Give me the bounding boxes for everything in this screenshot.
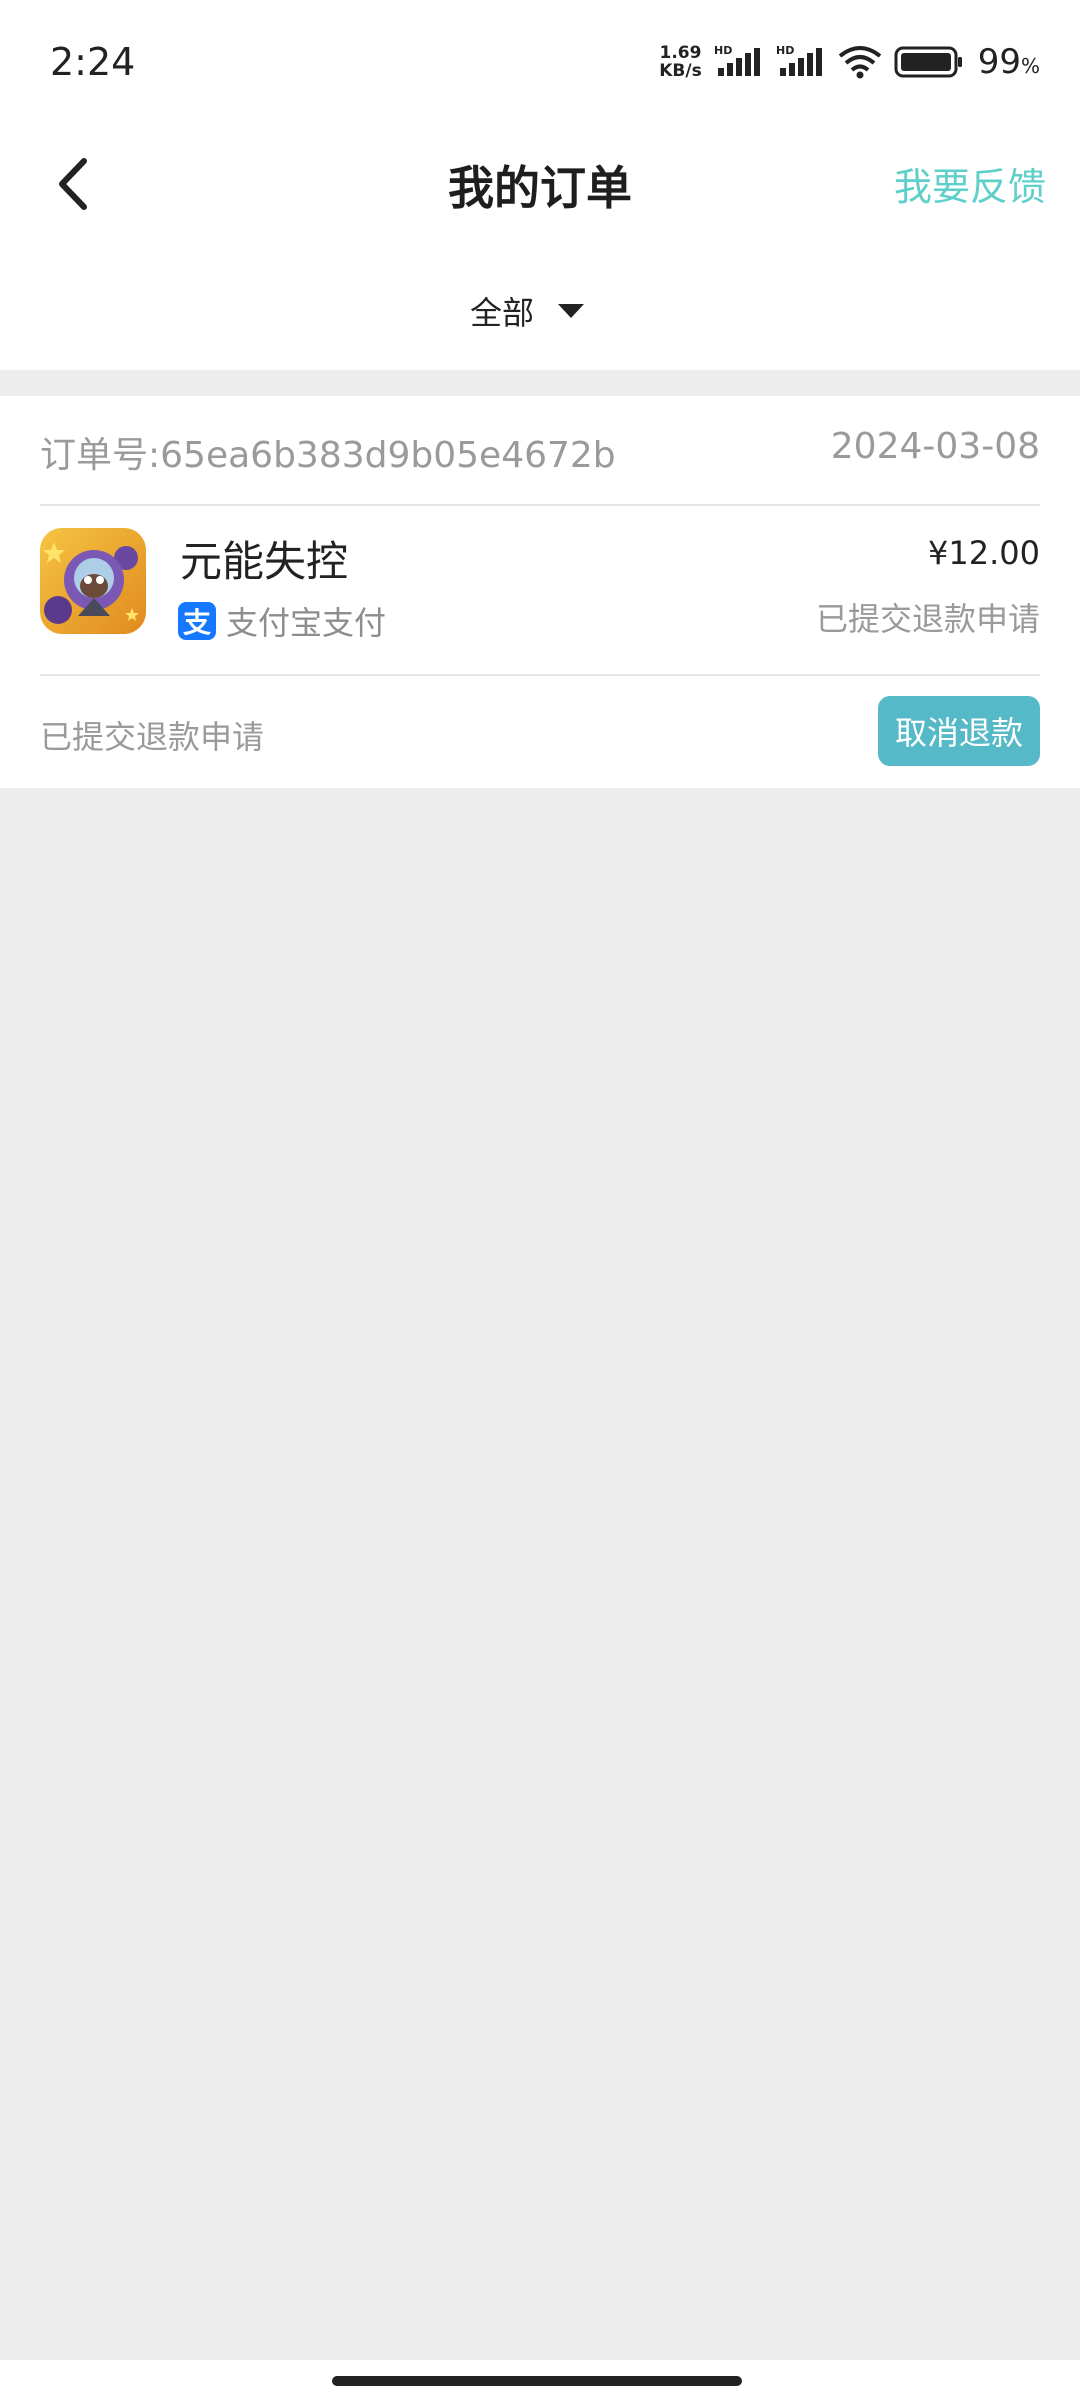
game-app-icon (40, 528, 146, 634)
battery-value: 99 (977, 42, 1021, 82)
order-filter-dropdown[interactable]: 全部 (470, 288, 585, 334)
network-speed-value: 1.69 (659, 43, 702, 63)
order-item: 元能失控 支 支付宝支付 ¥12.00 已提交退款申请 (40, 506, 1040, 676)
order-price: ¥12.00 (928, 534, 1040, 572)
status-time: 2:24 (50, 40, 136, 84)
wifi-icon (838, 46, 881, 79)
order-number-value: 65ea6b383d9b05e4672b (160, 435, 616, 476)
filter-selected-label: 全部 (470, 294, 535, 332)
order-number-label: 订单号: (40, 435, 161, 476)
order-number: 订单号:65ea6b383d9b05e4672b (40, 426, 616, 478)
filter-bar: 全部 (0, 244, 1080, 370)
status-bar: 2:24 1.69 KB/s HD HD 99% (0, 0, 1080, 128)
battery-icon (894, 46, 962, 78)
signal-hd-label: HD (776, 44, 794, 57)
order-date: 2024-03-08 (830, 426, 1040, 467)
home-indicator[interactable] (332, 2376, 742, 2386)
signal-hd-label: HD (714, 44, 732, 57)
order-footer: 已提交退款申请 取消退款 (40, 676, 1040, 788)
item-status: 已提交退款申请 (815, 600, 1040, 638)
alipay-icon: 支 (178, 602, 216, 640)
payment-method: 支 支付宝支付 (178, 598, 386, 644)
header: 我的订单 我要反馈 (0, 128, 1080, 244)
order-card[interactable]: 订单号:65ea6b383d9b05e4672b 2024-03-08 元能失控… (0, 396, 1080, 788)
status-icons: 1.69 KB/s HD HD 99% (659, 42, 1040, 82)
order-status: 已提交退款申请 (40, 718, 265, 756)
order-header: 订单号:65ea6b383d9b05e4672b 2024-03-08 (40, 396, 1040, 506)
signal-icon: HD (714, 44, 760, 76)
product-name: 元能失控 (180, 537, 349, 586)
battery-percent: 99% (978, 42, 1040, 82)
system-nav-bar (0, 2360, 1080, 2403)
payment-method-label: 支付宝支付 (226, 604, 387, 642)
caret-down-icon (558, 304, 585, 318)
feedback-button[interactable]: 我要反馈 (894, 156, 1046, 211)
network-speed-unit: KB/s (659, 61, 702, 81)
cancel-refund-button[interactable]: 取消退款 (878, 696, 1040, 766)
battery-unit: % (1020, 54, 1040, 78)
network-speed: 1.69 KB/s (659, 44, 701, 80)
signal-icon: HD (776, 44, 822, 76)
